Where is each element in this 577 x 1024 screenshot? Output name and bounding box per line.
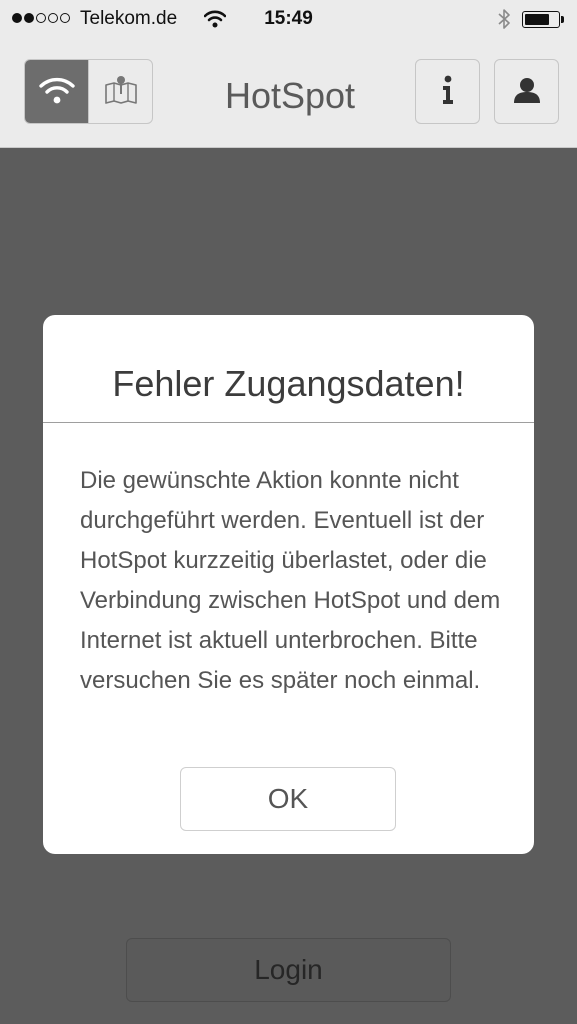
ok-button[interactable]: OK xyxy=(180,767,396,831)
navigation-bar: HotSpot xyxy=(0,40,577,148)
battery-level xyxy=(525,14,549,25)
info-button[interactable] xyxy=(415,59,480,124)
wifi-view-button[interactable] xyxy=(25,60,88,123)
dialog-message: Die gewünschte Aktion konnte nicht durch… xyxy=(80,467,501,694)
clock: 15:49 xyxy=(264,8,313,29)
info-icon xyxy=(440,75,456,109)
battery-icon xyxy=(522,11,560,28)
dialog-title: Fehler Zugangsdaten! xyxy=(112,363,465,404)
battery-tip xyxy=(561,16,564,23)
user-icon xyxy=(512,76,542,108)
map-view-button[interactable] xyxy=(88,60,152,123)
dialog-divider xyxy=(43,422,534,423)
status-bar: Telekom.de 15:49 xyxy=(0,0,577,40)
map-icon xyxy=(103,74,139,110)
page-title: HotSpot xyxy=(224,75,356,116)
error-dialog: Fehler Zugangsdaten! Die gewünschte Akti… xyxy=(43,315,534,854)
view-switcher xyxy=(24,59,153,124)
profile-button[interactable] xyxy=(494,59,559,124)
wifi-icon xyxy=(38,75,76,109)
login-button[interactable]: Login xyxy=(126,938,451,1002)
bluetooth-icon xyxy=(497,8,511,36)
